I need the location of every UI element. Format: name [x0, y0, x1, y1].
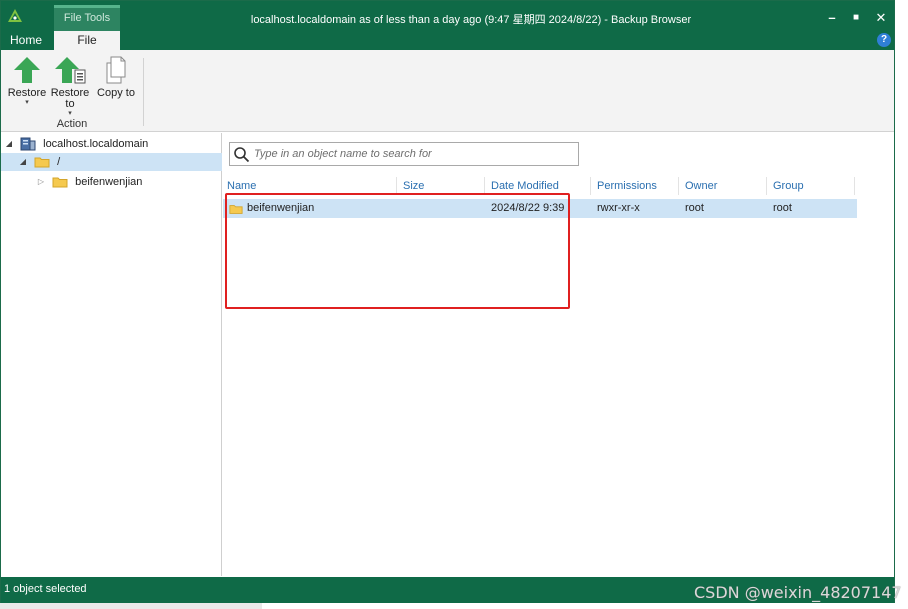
column-header-group[interactable]: Group — [769, 177, 855, 195]
folder-icon — [34, 157, 50, 168]
cell-name: beifenwenjian — [247, 202, 315, 214]
restore-button[interactable]: Restore ▾ — [7, 55, 47, 113]
window-shadow — [0, 603, 262, 609]
folder-icon — [52, 177, 68, 188]
help-icon[interactable]: ? — [877, 33, 891, 47]
column-header-owner[interactable]: Owner — [681, 177, 767, 195]
column-header-size[interactable]: Size — [399, 177, 485, 195]
server-icon — [20, 137, 36, 151]
cell-permissions: rwxr-xr-x — [597, 202, 640, 214]
expanded-arrow-icon[interactable]: ◢ — [3, 135, 15, 153]
tab-home[interactable]: Home — [1, 31, 51, 51]
context-tab-group-label: File Tools — [54, 5, 120, 32]
ribbon-group-action-label: Action — [56, 118, 88, 130]
restore-label: Restore — [7, 87, 47, 99]
search-input[interactable] — [254, 145, 574, 163]
veeam-app-icon[interactable] — [7, 8, 23, 24]
maximize-button[interactable]: ■ — [847, 9, 865, 27]
search-icon — [234, 147, 250, 163]
dropdown-caret-icon: ▾ — [68, 110, 72, 117]
green-up-arrow-icon — [14, 57, 40, 83]
status-text: 1 object selected — [4, 583, 87, 595]
tree-node-label: beifenwenjian — [75, 176, 143, 189]
column-header-permissions[interactable]: Permissions — [593, 177, 679, 195]
tree-node-root[interactable]: ◢ / — [1, 153, 222, 171]
restore-to-icon — [55, 57, 86, 84]
expanded-arrow-icon[interactable]: ◢ — [17, 153, 29, 171]
window-title: localhost.localdomain as of less than a … — [250, 14, 692, 26]
title-bar: File Tools localhost.localdomain as of l… — [1, 1, 894, 51]
column-header-name[interactable]: Name — [223, 177, 397, 195]
file-list-pane: Name Size Date Modified Permissions Owne… — [223, 133, 894, 576]
column-header-date-modified[interactable]: Date Modified — [487, 177, 591, 195]
ribbon: Restore ▾ Restore to ▾ Copy to Action — [1, 50, 894, 132]
backup-browser-window: File Tools localhost.localdomain as of l… — [0, 0, 895, 603]
cell-group: root — [773, 202, 792, 214]
folder-icon — [229, 205, 243, 214]
tree-node-beifenwenjian[interactable]: ▷ beifenwenjian — [1, 173, 222, 191]
copy-to-button[interactable]: Copy to — [96, 55, 136, 113]
cell-date-modified: 2024/8/22 9:39 — [491, 202, 565, 214]
tree-node-label: / — [57, 156, 61, 169]
tab-file[interactable]: File — [54, 31, 120, 51]
watermark-text: CSDN @weixin_48207147 — [694, 583, 902, 602]
folder-tree: ◢ localhost.localdomain ◢ / ▷ beifenwenj… — [1, 133, 222, 576]
table-row[interactable]: beifenwenjian 2024/8/22 9:39 rwxr-xr-x r… — [223, 199, 857, 218]
search-box[interactable] — [229, 142, 579, 166]
column-headers: Name Size Date Modified Permissions Owne… — [223, 177, 863, 195]
minimize-button[interactable]: – — [823, 9, 841, 27]
restore-to-label: Restore to — [50, 87, 90, 110]
tree-node-label: localhost.localdomain — [43, 138, 149, 151]
restore-to-button[interactable]: Restore to ▾ — [50, 55, 90, 117]
copy-documents-icon — [106, 56, 126, 84]
dropdown-caret-icon: ▾ — [25, 99, 29, 106]
close-button[interactable]: ✕ — [872, 9, 890, 27]
copy-to-label: Copy to — [97, 87, 135, 99]
cell-owner: root — [685, 202, 704, 214]
ribbon-group-divider — [143, 58, 144, 126]
collapsed-arrow-icon[interactable]: ▷ — [35, 173, 47, 191]
tree-node-host[interactable]: ◢ localhost.localdomain — [1, 135, 222, 153]
